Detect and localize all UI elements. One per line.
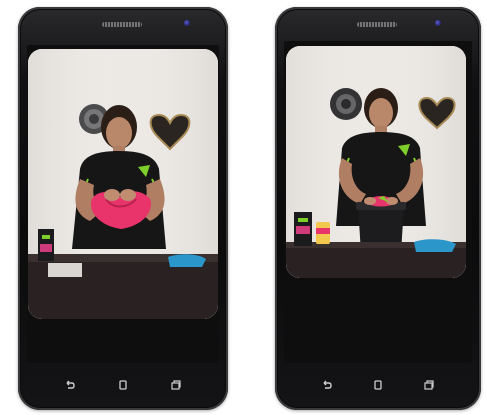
phone-right: [275, 7, 481, 410]
back-button[interactable]: [59, 374, 81, 396]
recent-apps-icon: [424, 380, 434, 390]
home-icon: [119, 380, 127, 390]
front-camera: [435, 20, 441, 26]
home-button[interactable]: [367, 374, 389, 396]
android-navigation-bar: [18, 360, 228, 410]
video-frame: [286, 46, 466, 278]
home-button[interactable]: [112, 374, 134, 396]
video-player-right[interactable]: [286, 46, 466, 278]
wall-decor-doily: [330, 88, 362, 120]
phone-left: [18, 7, 228, 410]
video-player-left[interactable]: [28, 49, 218, 319]
home-icon: [374, 380, 382, 390]
recent-apps-icon: [171, 380, 181, 390]
phone-mockup-comparison: [0, 0, 487, 415]
front-camera: [184, 20, 190, 26]
back-icon: [323, 380, 332, 389]
earpiece-speaker: [102, 22, 142, 27]
earpiece-speaker: [357, 22, 397, 27]
recent-apps-button[interactable]: [418, 374, 440, 396]
back-icon: [66, 380, 76, 389]
back-button[interactable]: [316, 374, 338, 396]
video-frame: [28, 49, 218, 319]
recent-apps-button[interactable]: [165, 374, 187, 396]
android-navigation-bar: [275, 360, 481, 410]
